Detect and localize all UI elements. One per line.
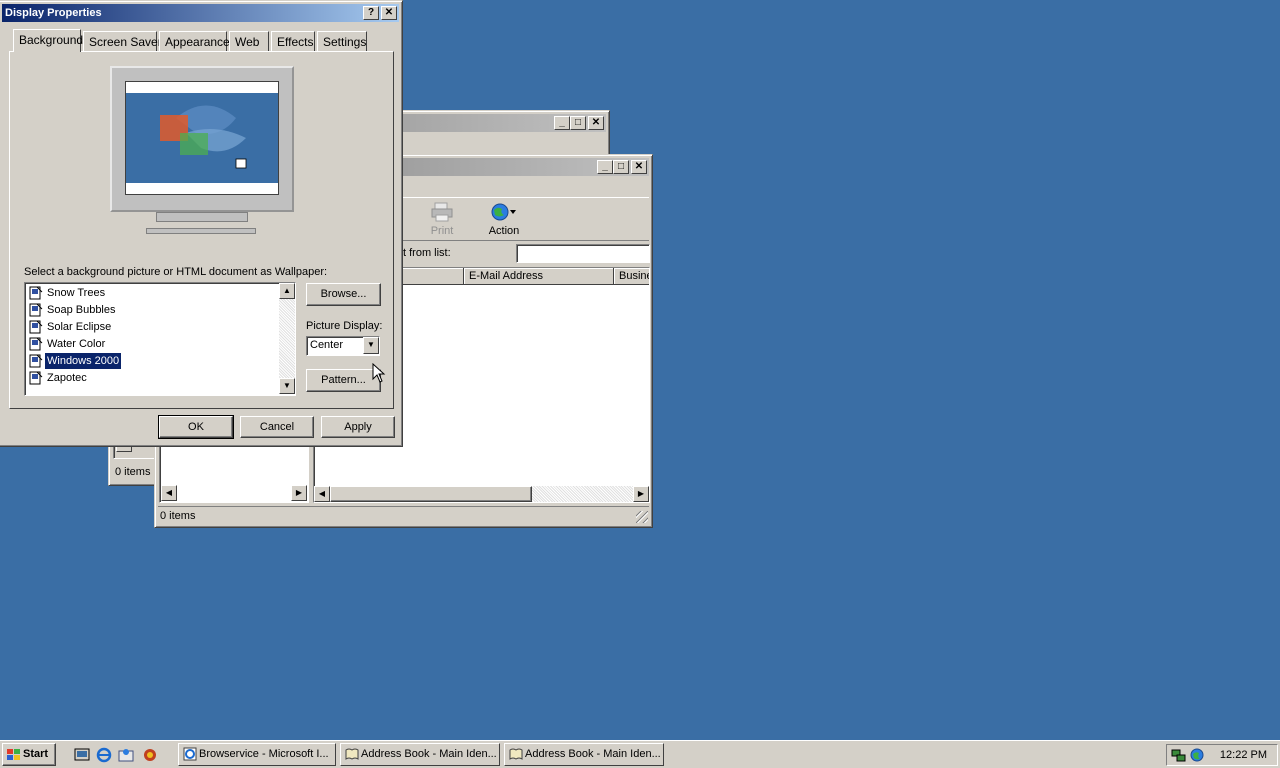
scroll-thumb[interactable]	[330, 486, 532, 502]
wallpaper-file-icon	[29, 337, 43, 351]
display-properties-dialog[interactable]: Display Properties ? ✕ Background Screen…	[0, 0, 403, 447]
ie-page-icon	[183, 747, 197, 761]
taskbar-item-browservice[interactable]: Browservice - Microsoft I...	[178, 743, 336, 766]
minimize-button[interactable]: _	[597, 160, 613, 174]
ok-button[interactable]: OK	[158, 415, 234, 439]
scroll-right-arrow[interactable]: ▶	[291, 485, 307, 501]
scroll-right-arrow[interactable]: ▶	[633, 486, 649, 502]
windows-logo-preview	[160, 105, 247, 169]
horizontal-scrollbar[interactable]: ◀ ▶	[314, 486, 649, 502]
wallpaper-file-icon	[29, 303, 43, 317]
chevron-down-icon[interactable]: ▼	[363, 337, 379, 354]
start-button[interactable]: Start	[2, 743, 56, 766]
preview-screen	[125, 81, 279, 195]
wallpaper-file-icon	[29, 320, 43, 334]
dialog-title: Display Properties	[5, 7, 102, 19]
globe-tray-icon[interactable]	[1189, 747, 1205, 763]
close-button[interactable]: ✕	[381, 6, 397, 20]
windows-flag-icon	[7, 749, 20, 760]
scroll-down-arrow[interactable]: ▼	[279, 378, 295, 394]
monitor-preview	[110, 66, 294, 212]
close-button[interactable]: ✕	[631, 160, 647, 174]
resize-grip[interactable]	[636, 511, 648, 523]
mouse-cursor-icon	[372, 363, 386, 383]
scroll-up-arrow[interactable]: ▲	[279, 283, 295, 299]
status-bar: 0 items	[158, 506, 649, 524]
maximize-button[interactable]: □	[613, 160, 629, 174]
picture-display-label: Picture Display:	[306, 320, 383, 332]
cancel-button[interactable]: Cancel	[240, 416, 314, 438]
media-player-icon[interactable]	[142, 747, 158, 763]
print-icon	[431, 202, 453, 222]
tab-effects[interactable]: Effects	[271, 31, 315, 51]
quick-launch	[62, 744, 166, 766]
column-header-business[interactable]: Busine	[614, 268, 649, 285]
scroll-left-arrow[interactable]: ◀	[314, 486, 330, 502]
action-globe-icon	[491, 203, 516, 221]
status-text: 0 items	[160, 510, 196, 522]
tab-appearance[interactable]: Appearance	[159, 31, 230, 51]
print-button[interactable]: Print	[424, 202, 460, 237]
tab-web[interactable]: Web	[229, 31, 269, 51]
wallpaper-file-icon	[29, 371, 43, 385]
wallpaper-file-icon	[29, 286, 43, 300]
column-header-email[interactable]: E-Mail Address	[464, 268, 614, 285]
background-tab-panel: Select a background picture or HTML docu…	[9, 51, 394, 409]
dialog-titlebar[interactable]: Display Properties ? ✕	[2, 4, 399, 22]
tab-screen-saver[interactable]: Screen Saver	[83, 31, 162, 51]
network-icon[interactable]	[1171, 747, 1187, 763]
tab-background[interactable]: Background	[13, 29, 83, 52]
find-input[interactable]	[516, 244, 650, 263]
minimize-button[interactable]: _	[554, 116, 570, 130]
maximize-button[interactable]: □	[570, 116, 586, 130]
monitor-base	[146, 228, 256, 234]
find-label: t from list:	[403, 247, 451, 259]
pattern-button[interactable]: Pattern...	[306, 369, 381, 392]
clock[interactable]: 12:22 PM	[1220, 749, 1267, 761]
back-window-status: 0 items	[115, 466, 151, 478]
scroll-left-arrow[interactable]: ◀	[161, 485, 177, 501]
preview-desktop	[126, 93, 278, 183]
picture-display-value: Center	[310, 339, 344, 351]
print-label: Print	[430, 225, 454, 237]
address-book-icon	[345, 748, 359, 760]
tab-settings[interactable]: Settings	[317, 31, 367, 51]
action-label: Action	[488, 225, 520, 237]
wallpaper-file-icon	[29, 354, 43, 368]
help-button[interactable]: ?	[363, 6, 379, 20]
monitor-stand	[156, 212, 248, 222]
picture-display-select[interactable]: Center ▼	[306, 336, 380, 356]
wallpaper-prompt: Select a background picture or HTML docu…	[24, 266, 328, 278]
system-tray: 12:22 PM	[1166, 744, 1278, 766]
outlook-express-icon[interactable]	[118, 747, 134, 763]
wallpaper-list[interactable]: Snow Trees Soap Bubbles Solar Eclipse Wa…	[24, 282, 296, 396]
action-button[interactable]: Action	[482, 202, 526, 237]
internet-explorer-icon[interactable]	[96, 747, 112, 763]
taskbar-item-address-book-2[interactable]: Address Book - Main Iden...	[504, 743, 664, 766]
show-desktop-icon[interactable]	[74, 747, 90, 763]
apply-button[interactable]: Apply	[321, 416, 395, 438]
close-button[interactable]: ✕	[588, 116, 604, 130]
vertical-scrollbar[interactable]: ▲ ▼	[279, 283, 295, 394]
address-book-icon	[509, 748, 523, 760]
start-label: Start	[23, 748, 49, 760]
taskbar-item-address-book-1[interactable]: Address Book - Main Iden...	[340, 743, 500, 766]
browse-button[interactable]: Browse...	[306, 283, 381, 306]
